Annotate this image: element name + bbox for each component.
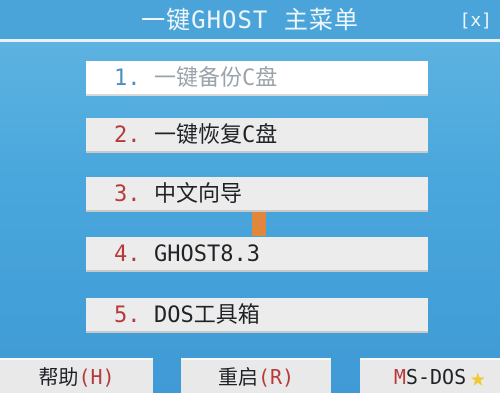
menu-item-label: 一键恢复C盘 [154, 123, 278, 148]
menu-item-ghost83[interactable]: 4. GHOST8.3 [86, 237, 428, 272]
menu-item-number: 1. [114, 66, 141, 91]
help-button-label: 帮助(H) [0, 364, 153, 390]
menu-item-chinese-wizard[interactable]: 3. 中文向导 [86, 177, 428, 212]
menu-item-label: 一键备份C盘 [154, 66, 278, 91]
help-text: 帮助 [38, 365, 79, 389]
msdos-button[interactable]: MS-DOS ★ [360, 358, 500, 393]
text-cursor [252, 212, 266, 236]
msdos-text: S-DOS [405, 365, 467, 389]
help-button[interactable]: 帮助(H) [0, 358, 153, 393]
menu-title: 一键GHOST 主菜单 [141, 6, 359, 34]
menu-item-number: 2. [114, 123, 141, 148]
menu-item-number: 5. [114, 303, 141, 328]
close-button[interactable]: [x] [459, 11, 492, 31]
restart-button-label: 重启(R) [181, 364, 331, 390]
menu-item-label: GHOST8.3 [154, 242, 260, 267]
star-icon: ★ [470, 363, 486, 393]
title-bar: 一键GHOST 主菜单 [x] [0, 0, 500, 42]
menu-item-restore-c[interactable]: 2. 一键恢复C盘 [86, 118, 428, 153]
help-hotkey: (H) [78, 365, 115, 389]
menu-item-number: 4. [114, 242, 141, 267]
restart-hotkey: (R) [257, 365, 295, 389]
menu-item-label: DOS工具箱 [154, 303, 260, 328]
menu-item-backup-c[interactable]: 1. 一键备份C盘 [86, 61, 428, 96]
ghost-main-menu-screen: 一键GHOST 主菜单 [x] 1. 一键备份C盘 2. 一键恢复C盘 3. 中… [0, 0, 500, 393]
menu-item-label: 中文向导 [154, 182, 243, 207]
msdos-hotkey: M [393, 365, 406, 389]
restart-text: 重启 [217, 365, 258, 389]
menu-item-number: 3. [114, 182, 141, 207]
restart-button[interactable]: 重启(R) [181, 358, 331, 393]
menu-item-dos-tools[interactable]: 5. DOS工具箱 [86, 298, 428, 333]
